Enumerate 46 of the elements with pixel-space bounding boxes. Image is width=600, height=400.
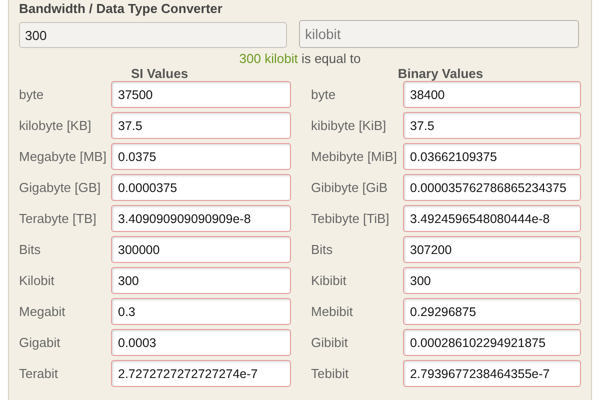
column-heading: SI Values — [130, 66, 188, 81]
value-field[interactable]: 300 — [111, 267, 291, 294]
unit-label: Kibibit — [311, 272, 348, 290]
unit-label: Mebibit — [311, 302, 354, 321]
value-field[interactable]: 37500 — [111, 81, 291, 108]
unit-label: Gibibit — [311, 334, 349, 352]
value-field[interactable]: 300000 — [111, 236, 291, 263]
unit-label: kilobyte [KB] — [19, 116, 92, 135]
unit-label: Terabyte [TB] — [19, 210, 98, 228]
value-field[interactable]: 38400 — [403, 81, 581, 108]
value-field[interactable]: 0.000035762786865234375 — [403, 174, 581, 201]
value-field[interactable]: 0.29296875 — [403, 298, 581, 325]
value-field[interactable]: 0.000286102294921875 — [403, 329, 581, 356]
result-summary: 300 kilobit is equal to — [239, 51, 361, 66]
unit-dropdown[interactable]: kilobit — [299, 20, 579, 48]
value-field[interactable]: 0.3 — [111, 298, 291, 325]
unit-label: Gigabyte [GB] — [19, 178, 102, 197]
value-field[interactable]: 2.7272727272727274e-7 — [111, 360, 291, 387]
unit-label: Bits — [311, 240, 334, 259]
value-field[interactable]: 0.0000375 — [111, 174, 291, 201]
panel-title: Bandwidth / Data Type Converter — [19, 1, 224, 16]
column-heading: Binary Values — [398, 66, 484, 81]
unit-label: Megabyte [MB] — [19, 148, 108, 166]
unit-label: byte — [19, 86, 45, 104]
unit-label: Bits — [19, 240, 42, 259]
value-field[interactable]: 37.5 — [111, 112, 291, 139]
value-field[interactable]: 3.4924596548080444e-8 — [403, 205, 581, 232]
unit-label: Gigabit — [19, 334, 62, 352]
unit-label: Kilobit — [19, 272, 56, 290]
value-field[interactable]: 2.7939677238464355e-7 — [403, 360, 581, 387]
value-field[interactable]: 0.03662109375 — [403, 143, 581, 170]
amount-field[interactable]: 300 — [19, 22, 287, 48]
value-field[interactable]: 0.0003 — [111, 329, 291, 356]
unit-label: byte — [311, 86, 337, 104]
unit-label: kibibyte [KiB] — [311, 116, 388, 135]
unit-label: Gibibyte [GiB — [311, 178, 389, 197]
value-field[interactable]: 307200 — [403, 236, 581, 263]
value-field[interactable]: 0.0375 — [111, 143, 291, 170]
value-field[interactable]: 300 — [403, 267, 581, 294]
unit-label: Terabit — [19, 364, 60, 383]
unit-label: Mebibyte [MiB] — [311, 148, 398, 166]
unit-label: Megabit — [19, 302, 66, 321]
unit-label: Tebibyte [TiB] — [311, 210, 390, 228]
value-field[interactable]: 37.5 — [403, 112, 581, 139]
value-field[interactable]: 3.409090909090909e-8 — [111, 205, 291, 232]
unit-label: Tebibit — [311, 364, 350, 383]
